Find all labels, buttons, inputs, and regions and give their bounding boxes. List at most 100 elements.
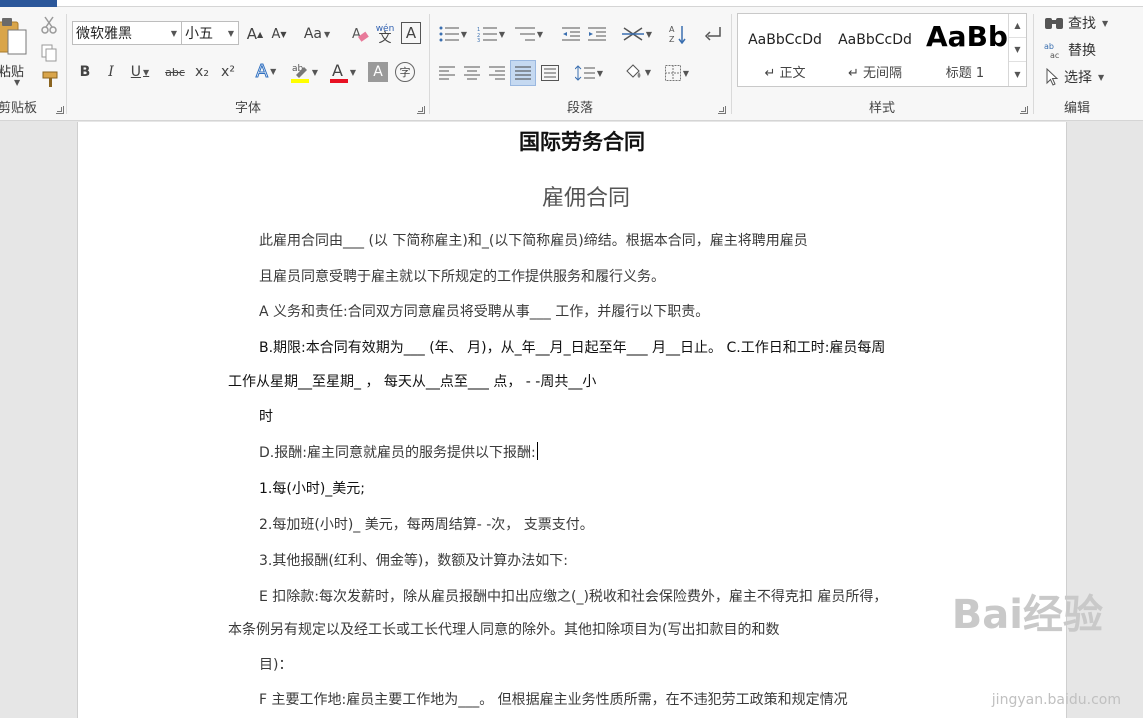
paste-icon[interactable] <box>0 16 30 56</box>
paragraph: E 扣除款:每次发薪时，除从雇员报酬中扣出应缴之(_)税收和社会保险费外，雇主不… <box>259 589 888 605</box>
strikethrough-button[interactable]: abc <box>163 62 187 82</box>
align-left-icon[interactable] <box>436 63 458 83</box>
bold-icon: B <box>79 64 91 80</box>
svg-text:3: 3 <box>477 38 480 42</box>
paragraph: D.报酬:雇主同意就雇员的服务提供以下报酬: <box>259 445 536 461</box>
ribbon-tab-strip <box>0 0 1143 7</box>
paragraph: 工作从星期__至星期_ ， 每天从__点至___ 点， - -周共__小 <box>228 374 597 390</box>
font-color-button[interactable]: A ▼ <box>327 60 359 84</box>
clipboard-launcher-icon[interactable] <box>56 106 64 114</box>
text-effects-icon: A <box>255 60 269 82</box>
ribbon: 粘贴 ▼ 剪贴板 微软雅黑 ▼ 小五 ▼ A ▲ A ▼ Aa ▼ A wén 文 A <box>0 0 1143 121</box>
font-name-value: 微软雅黑 <box>76 26 132 42</box>
numbering-button[interactable]: 1 2 3 ▼ <box>474 24 508 44</box>
character-border-icon: A <box>405 24 417 42</box>
align-center-icon[interactable] <box>461 63 483 83</box>
sort-icon[interactable]: AZ <box>667 22 689 46</box>
document-subtitle: 雇佣合同 <box>542 186 631 211</box>
enclose-characters-button[interactable]: 字 <box>395 62 415 82</box>
editing-group: 编辑 <box>1034 8 1120 120</box>
font-group-label: 字体 <box>234 101 261 116</box>
highlight-button[interactable]: ab ▼ <box>288 60 320 84</box>
chevron-down-icon[interactable]: ▼ <box>224 22 238 44</box>
character-border-button[interactable]: A <box>401 22 421 44</box>
character-shading-icon: A <box>373 64 383 80</box>
bullets-button[interactable]: ▼ <box>436 24 470 44</box>
svg-text:Z: Z <box>669 35 675 44</box>
change-case-icon: Aa <box>303 26 322 42</box>
underline-button[interactable]: U ▼ <box>125 62 155 82</box>
document-title: 国际劳务合同 <box>519 130 645 154</box>
paragraph: 2.每加班(小时)_ 美元，每两周结算- -次， 支票支付。 <box>259 517 594 533</box>
paragraph: 时 <box>259 409 273 425</box>
text-effects-button[interactable]: A ▼ <box>250 60 282 82</box>
show-marks-icon[interactable] <box>702 24 724 44</box>
svg-text:A: A <box>669 25 675 34</box>
bold-button[interactable]: B <box>75 62 95 82</box>
paragraph-with-cursor: D.报酬:雇主同意就雇员的服务提供以下报酬: <box>259 442 538 462</box>
paragraph-launcher-icon[interactable] <box>718 106 726 114</box>
font-name-combo[interactable]: 微软雅黑 ▼ <box>72 21 182 45</box>
document-page[interactable]: 国际劳务合同 雇佣合同 此雇用合同由___ (以 下简称雇主)和_(以下简称雇员… <box>77 122 1067 718</box>
paragraph: F 主要工作地:雇员主要工作地为___。 但根据雇主业务性质所需，在不违犯劳工政… <box>259 692 848 708</box>
baidu-watermark-logo: Bai经验 <box>951 592 1103 638</box>
subscript-button[interactable]: x₂ <box>191 62 213 82</box>
font-size-value: 小五 <box>185 26 213 42</box>
shrink-font-button[interactable]: A ▼ <box>268 24 290 44</box>
active-tab-indicator[interactable] <box>0 0 57 7</box>
paragraph: 3.其他报酬(红利、佣金等)，数额及计算办法如下: <box>259 553 568 569</box>
paragraph: B.期限:本合同有效期为___ (年、 月)，从_年__月_日起至年___ 月_… <box>259 340 886 356</box>
increase-indent-icon[interactable] <box>586 24 608 44</box>
italic-button[interactable]: I <box>101 62 121 82</box>
clear-format-icon[interactable]: A <box>350 23 370 45</box>
paragraph: 目)： <box>259 657 293 673</box>
phonetic-char-icon: 文 <box>378 31 392 46</box>
strikethrough-icon: abc <box>165 65 185 79</box>
baidu-watermark-url: jingyan.baidu.com <box>991 692 1121 708</box>
styles-group: 样式 <box>732 8 1032 120</box>
cut-icon[interactable] <box>40 16 58 34</box>
superscript-icon: x² <box>221 64 235 80</box>
borders-button[interactable]: ▼ <box>659 63 695 83</box>
justify-icon[interactable] <box>510 60 536 86</box>
line-spacing-button[interactable]: ▼ <box>571 63 607 83</box>
paragraph: A 义务和责任:合同双方同意雇员将受聘从事___ 工作，并履行以下职责。 <box>259 304 710 320</box>
multilevel-list-button[interactable]: ▼ <box>512 24 546 44</box>
paragraph: 1.每(小时)_美元; <box>259 481 365 497</box>
enclose-characters-icon: 字 <box>399 66 411 79</box>
svg-text:A: A <box>352 27 361 42</box>
subscript-icon: x₂ <box>195 64 209 80</box>
paragraph: 此雇用合同由___ (以 下简称雇主)和_(以下简称雇员)缔结。根据本合同，雇主… <box>259 233 808 249</box>
font-size-combo[interactable]: 小五 ▼ <box>181 21 239 45</box>
superscript-button[interactable]: x² <box>217 62 239 82</box>
format-painter-icon[interactable] <box>40 70 60 88</box>
chevron-down-icon[interactable]: ▼ <box>167 22 181 44</box>
decrease-indent-icon[interactable] <box>560 24 582 44</box>
paste-dropdown-icon[interactable]: ▼ <box>12 78 20 87</box>
editing-group-label: 编辑 <box>1063 101 1090 116</box>
copy-icon[interactable] <box>40 44 58 62</box>
font-launcher-icon[interactable] <box>417 106 425 114</box>
change-case-button[interactable]: Aa ▼ <box>301 24 333 44</box>
styles-launcher-icon[interactable] <box>1020 106 1028 114</box>
shading-button[interactable]: ▼ <box>619 61 655 83</box>
paragraph: 且雇员同意受聘于雇主就以下所规定的工作提供服务和履行义务。 <box>259 269 665 285</box>
character-shading-button[interactable]: A <box>368 62 388 82</box>
distributed-icon[interactable] <box>539 63 561 83</box>
shrink-font-icon: A <box>271 26 281 42</box>
grow-font-icon: A <box>246 25 258 43</box>
italic-icon: I <box>108 64 114 80</box>
styles-group-label: 样式 <box>868 101 895 116</box>
paragraph-group: ▼ 1 2 3 ▼ ▼ ▼ AZ ▼ ▼ ▼ 段落 <box>430 8 730 120</box>
grow-font-button[interactable]: A ▲ <box>244 24 266 44</box>
font-group: 微软雅黑 ▼ 小五 ▼ A ▲ A ▼ Aa ▼ A wén 文 A B I U ▼ ab… <box>67 8 429 120</box>
paragraph: 本条例另有规定以及经工长或工长代理人同意的除外。其他扣除项目为(写出扣款目的和数 <box>228 622 780 638</box>
clipboard-group: 粘贴 ▼ 剪贴板 <box>0 8 66 120</box>
paragraph-group-label: 段落 <box>566 101 593 116</box>
svg-text:A: A <box>332 61 343 80</box>
chinese-layout-button[interactable]: ▼ <box>619 24 655 44</box>
text-cursor <box>536 442 538 460</box>
phonetic-guide-button[interactable]: wén 文 <box>374 22 396 46</box>
align-right-icon[interactable] <box>486 63 508 83</box>
underline-icon: U <box>130 64 142 80</box>
